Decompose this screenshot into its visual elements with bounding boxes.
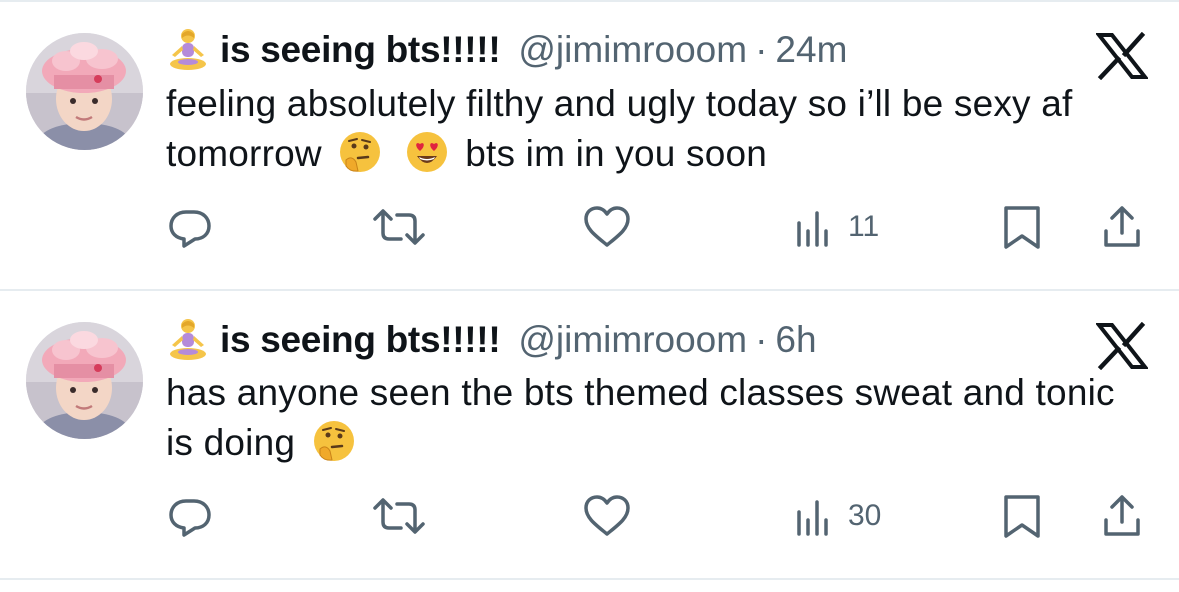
divider-bottom — [0, 578, 1179, 580]
share-button[interactable] — [1100, 491, 1144, 541]
like-button[interactable] — [582, 202, 632, 252]
like-button[interactable] — [582, 491, 632, 541]
tweet[interactable]: is seeing bts!!!!! @jimimrooom · 24m fee… — [0, 0, 1179, 290]
share-icon — [1104, 495, 1140, 536]
tweet-text-part: has anyone seen the bts themed classes s… — [166, 372, 1115, 463]
x-logo-icon — [1096, 32, 1148, 80]
heart-eyes-emoji — [405, 130, 449, 174]
thinking-face-emoji — [338, 130, 382, 174]
bookmark-icon — [1004, 206, 1040, 249]
tweet-header: is seeing bts!!!!! @jimimrooom · 6h — [168, 316, 817, 364]
reply-icon — [169, 499, 211, 537]
avatar[interactable] — [26, 322, 143, 439]
person-in-lotus-position-emoji — [168, 318, 208, 362]
x-logo-icon — [1096, 322, 1148, 370]
bookmark-icon — [1004, 495, 1040, 538]
display-name[interactable]: is seeing bts!!!!! — [220, 319, 501, 361]
timestamp[interactable]: 24m — [775, 29, 847, 71]
separator-dot: · — [755, 29, 768, 70]
tweet[interactable]: is seeing bts!!!!! @jimimrooom · 6h has … — [0, 290, 1179, 580]
separator-dot: · — [755, 319, 768, 360]
retweet-button[interactable] — [371, 491, 427, 541]
display-name[interactable]: is seeing bts!!!!! — [220, 29, 501, 71]
views-count: 30 — [848, 499, 882, 532]
views-count: 11 — [848, 210, 880, 243]
tweet-text: has anyone seen the bts themed classes s… — [166, 368, 1146, 468]
avatar[interactable] — [26, 33, 143, 150]
share-button[interactable] — [1100, 202, 1144, 252]
tweet-actions: 30 — [0, 491, 1179, 541]
thinking-face-emoji — [312, 419, 356, 463]
tweet-actions: 11 — [0, 202, 1179, 252]
retweet-icon — [373, 498, 425, 534]
user-handle[interactable]: @jimimrooom — [518, 29, 747, 71]
views-icon — [797, 211, 828, 247]
heart-icon — [584, 495, 630, 536]
views-button[interactable]: 11 — [794, 202, 879, 252]
user-handle[interactable]: @jimimrooom — [518, 319, 747, 361]
person-in-lotus-position-emoji — [168, 28, 208, 72]
tweet-text: feeling absolutely filthy and ugly today… — [166, 79, 1146, 179]
retweet-button[interactable] — [371, 202, 427, 252]
share-icon — [1104, 206, 1140, 247]
bookmark-button[interactable] — [1000, 491, 1044, 541]
reply-button[interactable] — [166, 202, 214, 252]
timestamp[interactable]: 6h — [775, 319, 816, 361]
tweet-header: is seeing bts!!!!! @jimimrooom · 24m — [168, 26, 847, 74]
views-button[interactable]: 30 — [794, 491, 881, 541]
tweet-text-part: bts im in you soon — [465, 133, 768, 174]
reply-icon — [169, 210, 211, 248]
retweet-icon — [373, 209, 425, 245]
bookmark-button[interactable] — [1000, 202, 1044, 252]
heart-icon — [584, 206, 630, 247]
reply-button[interactable] — [166, 491, 214, 541]
views-icon — [797, 500, 828, 536]
